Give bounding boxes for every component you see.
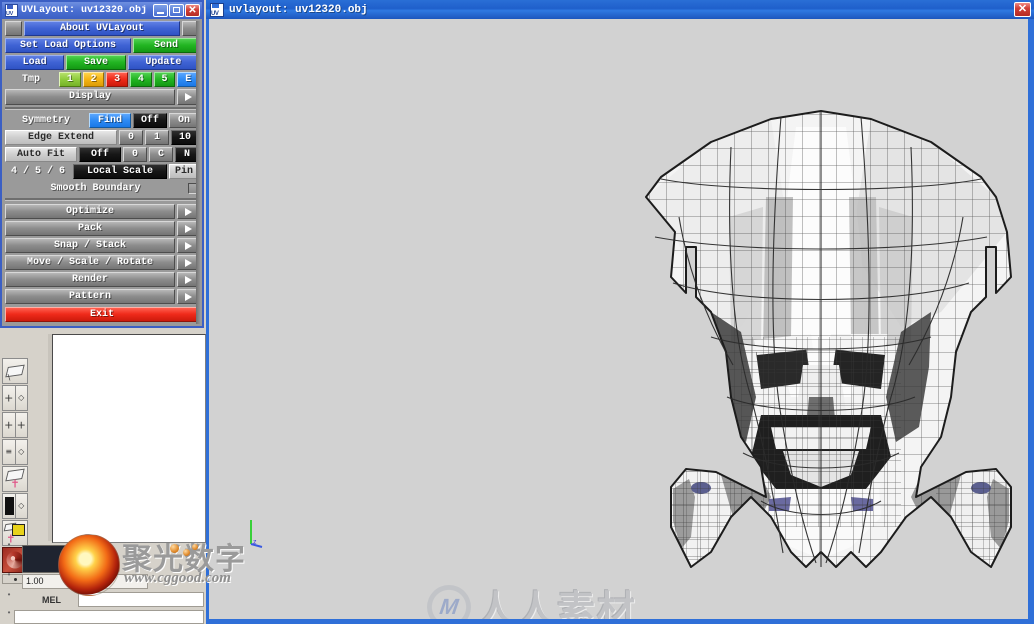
edge-extend-row: Edge Extend 0 1 10 <box>5 130 199 145</box>
tmp-slot-3[interactable]: 3 <box>106 72 129 87</box>
divider-2 <box>5 198 199 201</box>
close-icon[interactable]: ✕ <box>1014 2 1031 17</box>
local-scale-button[interactable]: Local Scale <box>73 164 167 179</box>
move-scale-rotate-row: Move / Scale / Rotate <box>5 255 199 270</box>
maya-value-field[interactable]: 1.00 <box>22 574 148 589</box>
window-controls: ✕ <box>153 4 200 17</box>
edge-extend-button[interactable]: Edge Extend <box>5 130 117 145</box>
split-polygon-icon[interactable]: + ◇ <box>2 385 28 411</box>
append-polygon-icon[interactable]: + + <box>2 412 28 438</box>
texture-icon[interactable]: ◇ <box>2 493 28 519</box>
symmetry-off-button[interactable]: Off <box>133 113 167 128</box>
render-row: Render <box>5 272 199 287</box>
display-button[interactable]: Display <box>5 89 175 105</box>
auto-fit-off-button[interactable]: Off <box>79 147 121 162</box>
minimize-icon[interactable] <box>153 4 168 17</box>
tmp-slot-4[interactable]: 4 <box>130 72 152 87</box>
smooth-boundary-label: Smooth Boundary <box>50 183 141 194</box>
auto-fit-row: Auto Fit Off 0 C N <box>5 147 199 162</box>
numeric-line-2: 1 <box>64 560 70 570</box>
display-row: Display <box>5 89 199 105</box>
uvlayout-title: UVLayout: uv12320.obj <box>21 5 148 16</box>
symmetry-row: Symmetry Find Off On <box>5 113 199 128</box>
svg-text:z: z <box>253 539 257 546</box>
tick-marks-2: • <box>7 570 11 579</box>
auto-fit-button[interactable]: Auto Fit <box>5 147 77 162</box>
about-uvlayout-button[interactable]: About UVLayout <box>24 21 180 36</box>
tick-marks-4: • <box>7 608 11 617</box>
pack-button[interactable]: Pack <box>5 221 175 236</box>
pack-row: Pack <box>5 221 199 236</box>
symmetry-on-button[interactable]: On <box>169 113 199 128</box>
render-button[interactable]: Render <box>5 272 175 287</box>
load-button[interactable]: Load <box>5 55 65 70</box>
edge-extend-value-1[interactable]: 1 <box>145 130 169 145</box>
about-row: About UVLayout <box>5 21 199 36</box>
optimize-row: Optimize <box>5 204 199 219</box>
tmp-row: Tmp 1 2 3 4 5 E <box>5 72 200 87</box>
set-load-options-button[interactable]: Set Load Options <box>5 38 131 53</box>
symmetry-label: Symmetry <box>21 115 70 126</box>
uvlayout-body: About UVLayout Set Load Options Send Loa… <box>2 19 202 326</box>
maya-channel-box[interactable] <box>52 334 206 543</box>
optimize-button[interactable]: Optimize <box>5 204 175 219</box>
maximize-icon[interactable] <box>169 4 184 17</box>
update-button[interactable]: Update <box>127 55 199 70</box>
exit-button[interactable]: Exit <box>5 307 199 322</box>
uvlayout-titlebar[interactable]: UVLayout: uv12320.obj ✕ <box>2 2 202 19</box>
edge-extend-value-0[interactable]: 0 <box>119 130 143 145</box>
tmp-slot-1[interactable]: 1 <box>59 72 81 87</box>
mel-label: MEL <box>42 595 61 605</box>
panel-scrollbar[interactable] <box>196 21 201 324</box>
axis-gizmo-icon: z <box>250 520 263 548</box>
scale-keys-label: 4 / 5 / 6 <box>10 166 65 177</box>
uv-mesh-model <box>645 110 1012 568</box>
file-row: Load Save Update <box>5 55 199 70</box>
numeric-line-1: 1 <box>64 547 70 557</box>
pattern-row: Pattern <box>5 289 199 304</box>
uv-window-icon <box>210 2 224 17</box>
pin-button[interactable]: Pin <box>169 164 199 179</box>
maya-numeric-box[interactable]: 1 1 <box>22 545 112 573</box>
screen-root: \ + ◇ + + ≡ ◇ ✝ ◇ ✝ • • • • 1 1 1.00 MEL… <box>0 0 1034 624</box>
tick-marks-1: • <box>7 540 11 549</box>
save-button[interactable]: Save <box>66 55 126 70</box>
mel-input[interactable] <box>78 592 204 607</box>
mel-output[interactable] <box>14 610 204 624</box>
load-options-row: Set Load Options Send <box>5 38 199 53</box>
close-icon[interactable]: ✕ <box>185 4 200 17</box>
uvlayout-panel: UVLayout: uv12320.obj ✕ About UVLayout S… <box>0 0 204 328</box>
snap-stack-row: Snap / Stack <box>5 238 199 253</box>
exit-row: Exit <box>5 307 199 322</box>
tmp-slot-2[interactable]: 2 <box>82 72 105 87</box>
pattern-button[interactable]: Pattern <box>5 289 175 304</box>
viewport-canvas[interactable]: z 人人素材 <box>209 19 1028 619</box>
symmetry-find-button[interactable]: Find <box>89 113 131 128</box>
soft-edge-icon[interactable]: ✝ <box>2 466 28 492</box>
smooth-boundary-row: Smooth Boundary <box>5 181 199 196</box>
uv-window-icon <box>5 4 18 17</box>
viewport-window: uvlayout: uv12320.obj ✕ <box>206 0 1034 624</box>
tick-marks-3: • <box>7 590 11 599</box>
edge-extend-value-10[interactable]: 10 <box>171 130 199 145</box>
left-handle-button[interactable] <box>5 21 22 36</box>
divider-1 <box>5 107 199 110</box>
auto-fit-value-0[interactable]: 0 <box>123 147 147 162</box>
move-scale-rotate-button[interactable]: Move / Scale / Rotate <box>5 255 175 270</box>
tmp-label: Tmp <box>21 74 40 85</box>
extrude-icon[interactable]: ≡ ◇ <box>2 439 28 465</box>
local-scale-row: 4 / 5 / 6 Local Scale Pin <box>5 164 199 179</box>
polygon-face-icon[interactable]: \ <box>2 358 28 384</box>
tmp-slot-5[interactable]: 5 <box>153 72 176 87</box>
send-button[interactable]: Send <box>133 38 199 53</box>
auto-fit-value-c[interactable]: C <box>149 147 173 162</box>
snap-stack-button[interactable]: Snap / Stack <box>5 238 175 253</box>
viewport-title: uvlayout: uv12320.obj <box>229 3 368 16</box>
viewport-titlebar[interactable]: uvlayout: uv12320.obj ✕ <box>206 0 1034 19</box>
